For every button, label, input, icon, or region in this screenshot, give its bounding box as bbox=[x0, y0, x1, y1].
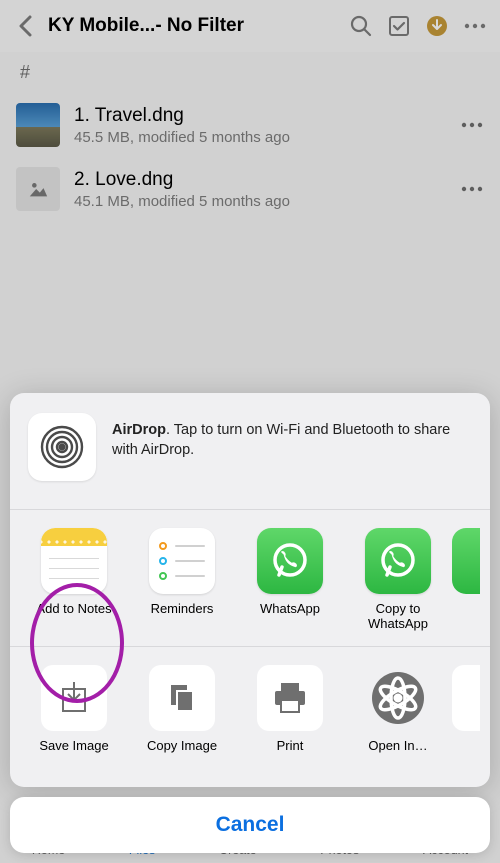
save-image-icon bbox=[41, 665, 107, 731]
share-app-row: Add to Notes Reminders WhatsApp bbox=[10, 510, 490, 646]
action-label: Open In… bbox=[368, 739, 427, 769]
whatsapp-icon bbox=[365, 528, 431, 594]
share-action-row: Save Image Copy Image Print Open In… bbox=[10, 647, 490, 787]
share-add-to-notes[interactable]: Add to Notes bbox=[20, 528, 128, 632]
airdrop-text: AirDrop. Tap to turn on Wi-Fi and Blueto… bbox=[112, 413, 472, 481]
airdrop-icon bbox=[28, 413, 96, 481]
cancel-button[interactable]: Cancel bbox=[10, 797, 490, 853]
action-print[interactable]: Print bbox=[236, 665, 344, 769]
copy-image-icon bbox=[149, 665, 215, 731]
action-label: Save Image bbox=[39, 739, 108, 769]
whatsapp-icon bbox=[257, 528, 323, 594]
airdrop-row[interactable]: AirDrop. Tap to turn on Wi-Fi and Blueto… bbox=[10, 393, 490, 509]
airdrop-title: AirDrop bbox=[112, 422, 166, 438]
open-in-icon bbox=[365, 665, 431, 731]
app-label: WhatsApp bbox=[260, 602, 320, 632]
share-sheet-panel: AirDrop. Tap to turn on Wi-Fi and Blueto… bbox=[10, 393, 490, 787]
action-save-image[interactable]: Save Image bbox=[20, 665, 128, 769]
share-more-actions[interactable] bbox=[452, 665, 480, 769]
share-reminders[interactable]: Reminders bbox=[128, 528, 236, 632]
app-label: Add to Notes bbox=[36, 602, 111, 632]
notes-icon bbox=[41, 528, 107, 594]
action-label: Copy Image bbox=[147, 739, 217, 769]
reminders-icon bbox=[149, 528, 215, 594]
app-label: Reminders bbox=[151, 602, 214, 632]
partial-app-icon bbox=[452, 528, 480, 594]
action-open-in[interactable]: Open In… bbox=[344, 665, 452, 769]
action-copy-image[interactable]: Copy Image bbox=[128, 665, 236, 769]
share-sheet: AirDrop. Tap to turn on Wi-Fi and Blueto… bbox=[10, 393, 490, 853]
share-more-apps[interactable] bbox=[452, 528, 480, 632]
print-icon bbox=[257, 665, 323, 731]
share-copy-whatsapp[interactable]: Copy to WhatsApp bbox=[344, 528, 452, 632]
action-label: Print bbox=[277, 739, 304, 769]
app-label: Copy to WhatsApp bbox=[344, 602, 452, 632]
share-whatsapp[interactable]: WhatsApp bbox=[236, 528, 344, 632]
